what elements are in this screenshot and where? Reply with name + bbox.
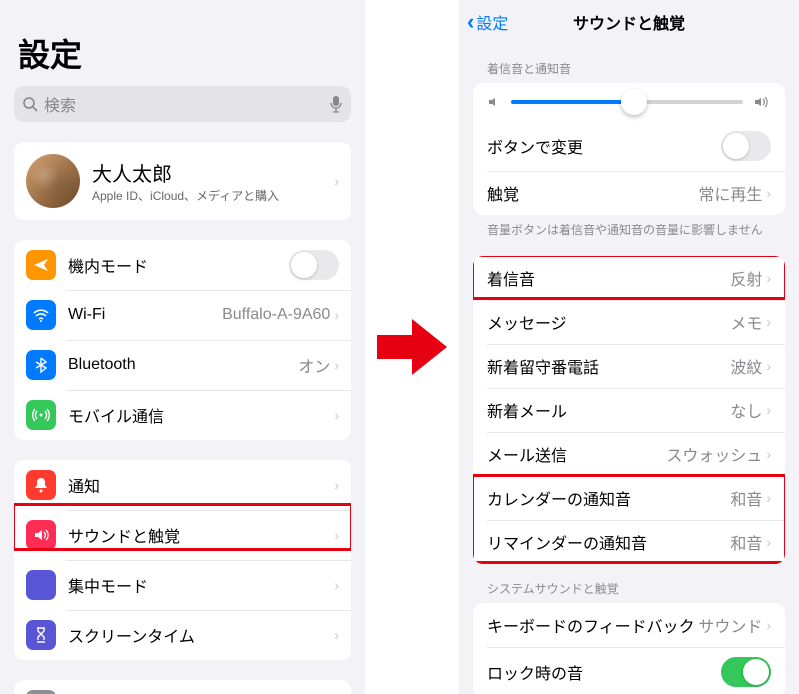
volume-high-icon: [753, 95, 771, 109]
sounds-screen: ‹ 設定 サウンドと触覚 着信音と通知音 ボタンで変更 触覚 常に再生 › 音量…: [459, 0, 799, 694]
profile-card[interactable]: 大人太郎 Apple ID、iCloud、メディアと購入 ›: [14, 142, 351, 220]
avatar: [26, 154, 80, 208]
chevron-right-icon: ›: [334, 407, 339, 423]
sounds-haptics-row[interactable]: サウンドと触覚 ›: [14, 510, 351, 560]
calendar-row[interactable]: カレンダーの通知音和音›: [473, 476, 785, 520]
volume-slider-row: [473, 83, 785, 121]
chevron-right-icon: ›: [334, 357, 339, 373]
chevron-right-icon: ›: [766, 358, 771, 374]
chevron-right-icon: ›: [766, 617, 771, 633]
chevron-right-icon: ›: [766, 185, 771, 201]
chevron-right-icon: ›: [334, 307, 339, 323]
chevron-right-icon: ›: [766, 534, 771, 550]
profile-subtitle: Apple ID、iCloud、メディアと購入: [92, 187, 334, 204]
gear-icon: [26, 690, 56, 694]
wifi-row[interactable]: Wi-Fi Buffalo-A-9A60 ›: [14, 290, 351, 340]
airplane-mode-row[interactable]: 機内モード: [14, 240, 351, 290]
section-header: 着信音と通知音: [459, 44, 799, 83]
voicemail-row[interactable]: 新着留守番電話波紋›: [473, 344, 785, 388]
search-input[interactable]: 検索: [14, 86, 351, 122]
general-row[interactable]: 一般 ›: [14, 680, 351, 694]
search-placeholder: 検索: [44, 92, 329, 116]
chevron-right-icon: ›: [766, 314, 771, 330]
page-title: 設定: [0, 0, 365, 86]
ringtone-row[interactable]: 着信音反射›: [473, 256, 785, 300]
connectivity-group: 機内モード Wi-Fi Buffalo-A-9A60 › Bluetooth オ…: [14, 240, 351, 440]
cellular-icon: [26, 400, 56, 430]
system-sounds-group: キーボードのフィードバック サウンド › ロック時の音: [473, 603, 785, 694]
nav-title: サウンドと触覚: [573, 10, 685, 34]
volume-group: ボタンで変更 触覚 常に再生 ›: [473, 83, 785, 215]
moon-icon: [26, 570, 56, 600]
chevron-right-icon: ›: [334, 577, 339, 593]
mic-icon[interactable]: [329, 95, 343, 113]
chevron-right-icon: ›: [334, 527, 339, 543]
notifications-group: 通知 › サウンドと触覚 › 集中モード › スクリーンタイム ›: [14, 460, 351, 660]
airplane-toggle[interactable]: [289, 250, 339, 280]
focus-row[interactable]: 集中モード ›: [14, 560, 351, 610]
lock-sound-row[interactable]: ロック時の音: [473, 647, 785, 694]
chevron-right-icon: ›: [334, 173, 339, 189]
volume-slider[interactable]: [511, 100, 743, 104]
notifications-row[interactable]: 通知 ›: [14, 460, 351, 510]
chevron-right-icon: ›: [766, 490, 771, 506]
hourglass-icon: [26, 620, 56, 650]
haptics-row[interactable]: 触覚 常に再生 ›: [473, 171, 785, 215]
arrow-right-icon: [377, 317, 447, 377]
wifi-icon: [26, 300, 56, 330]
search-icon: [22, 96, 38, 112]
general-group: 一般 ›: [14, 680, 351, 694]
button-change-toggle[interactable]: [721, 131, 771, 161]
nav-bar: ‹ 設定 サウンドと触覚: [459, 0, 799, 44]
chevron-left-icon: ‹: [467, 9, 474, 35]
button-change-row[interactable]: ボタンで変更: [473, 121, 785, 171]
lock-sound-toggle[interactable]: [721, 657, 771, 687]
bell-icon: [26, 470, 56, 500]
volume-low-icon: [487, 95, 501, 109]
slider-thumb[interactable]: [621, 89, 647, 115]
arrow-indicator: [365, 0, 459, 694]
settings-screen: 設定 検索 大人太郎 Apple ID、iCloud、メディアと購入 › 機内モ…: [0, 0, 365, 694]
chevron-right-icon: ›: [334, 477, 339, 493]
section-footer: 音量ボタンは着信音や通知音の音量に影響しません: [459, 215, 799, 238]
airplane-icon: [26, 250, 56, 280]
sounds-group: 着信音反射› メッセージメモ› 新着留守番電話波紋› 新着メールなし› メール送…: [473, 256, 785, 564]
reminder-row[interactable]: リマインダーの通知音和音›: [473, 520, 785, 564]
message-row[interactable]: メッセージメモ›: [473, 300, 785, 344]
keyboard-feedback-row[interactable]: キーボードのフィードバック サウンド ›: [473, 603, 785, 647]
sentmail-row[interactable]: メール送信スウォッシュ›: [473, 432, 785, 476]
screentime-row[interactable]: スクリーンタイム ›: [14, 610, 351, 660]
speaker-icon: [26, 520, 56, 550]
chevron-right-icon: ›: [766, 270, 771, 286]
cellular-row[interactable]: モバイル通信 ›: [14, 390, 351, 440]
back-button[interactable]: ‹ 設定: [467, 9, 508, 35]
newmail-row[interactable]: 新着メールなし›: [473, 388, 785, 432]
bluetooth-icon: [26, 350, 56, 380]
chevron-right-icon: ›: [766, 402, 771, 418]
profile-name: 大人太郎: [92, 158, 334, 187]
bluetooth-row[interactable]: Bluetooth オン ›: [14, 340, 351, 390]
chevron-right-icon: ›: [334, 627, 339, 643]
section-header: システムサウンドと触覚: [459, 564, 799, 603]
chevron-right-icon: ›: [766, 446, 771, 462]
